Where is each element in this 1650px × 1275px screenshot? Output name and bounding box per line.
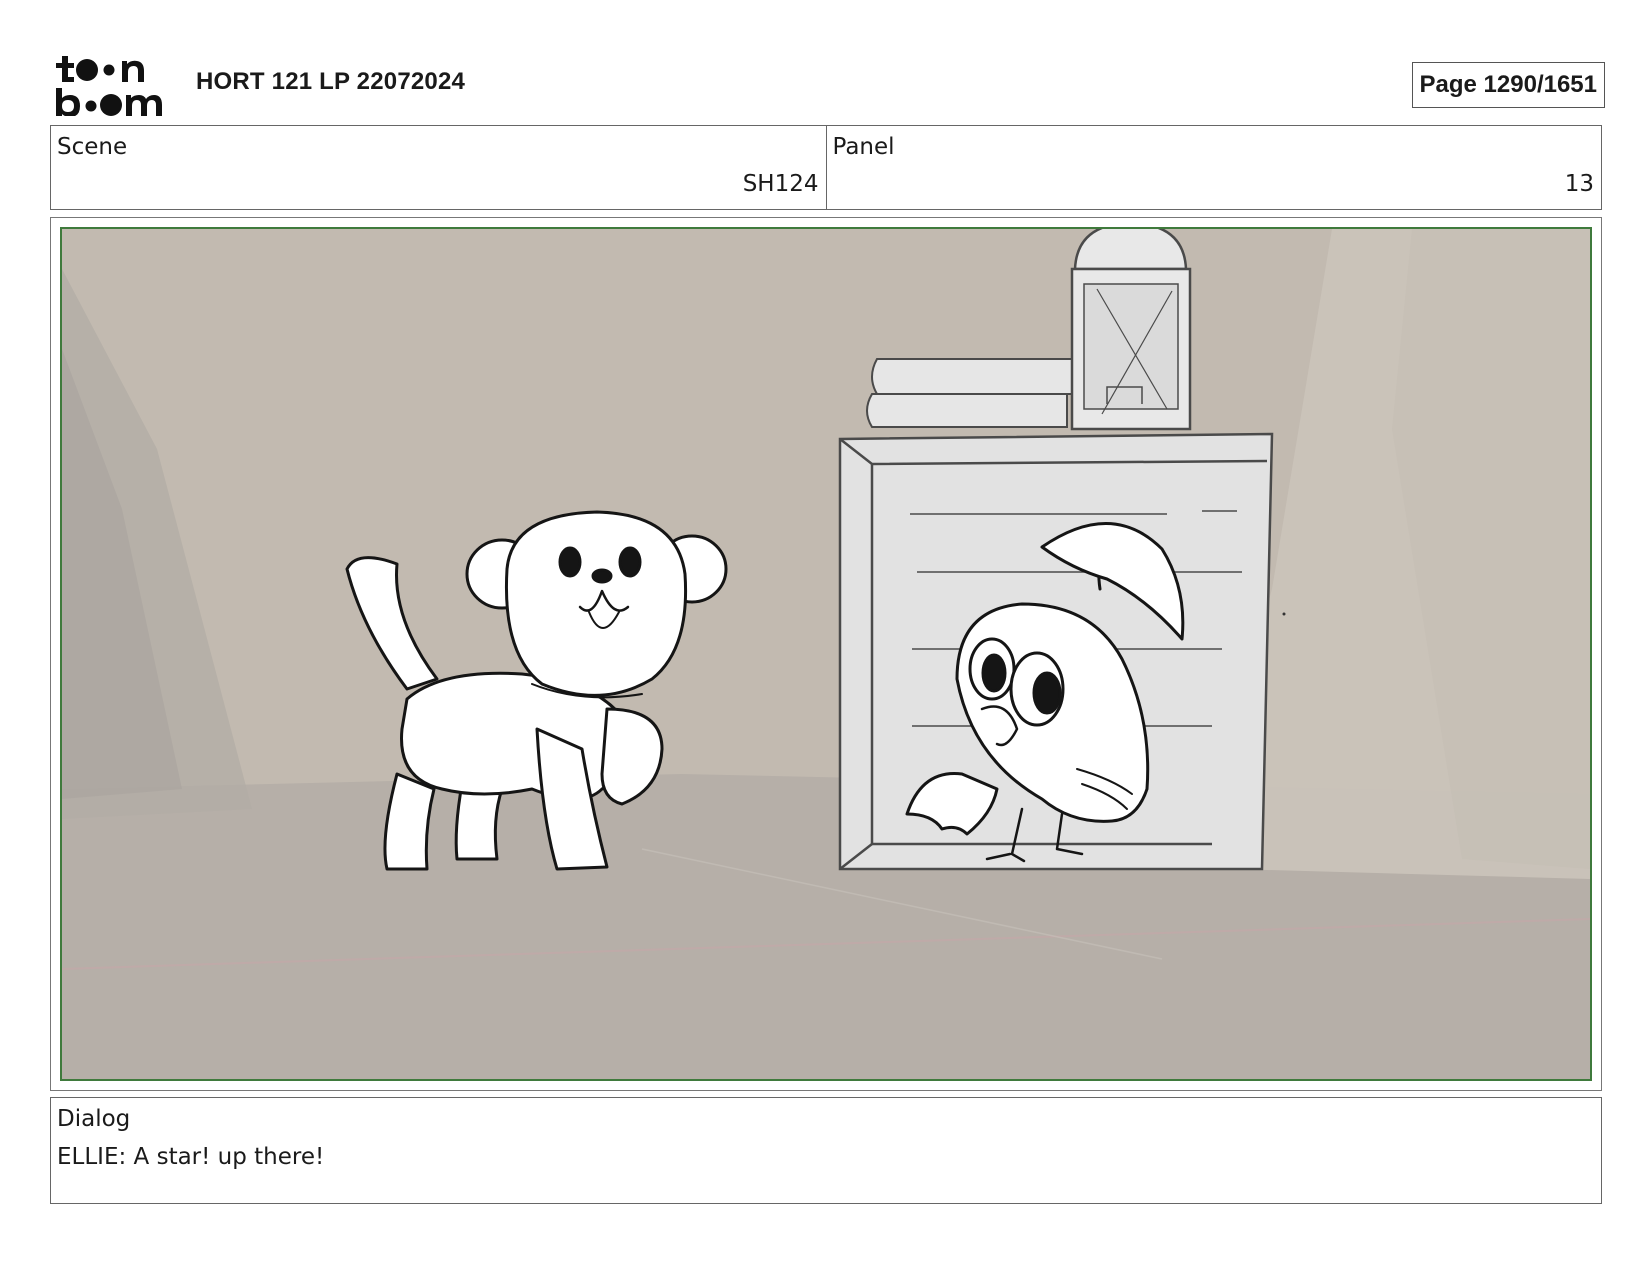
toonboom-logo — [54, 54, 172, 117]
scene-panel-row: Scene SH124 Panel 13 — [50, 125, 1602, 210]
page-indicator-text: Page 1290/1651 — [1419, 71, 1597, 98]
storyboard-drawing — [62, 229, 1590, 1079]
storyboard-panel-frame — [50, 217, 1602, 1091]
storyboard-panel-image — [60, 227, 1592, 1081]
project-title: HORT 121 LP 22072024 — [196, 68, 466, 95]
scene-cell: Scene SH124 — [51, 126, 826, 209]
scene-label: Scene — [57, 134, 128, 160]
panel-cell: Panel 13 — [825, 126, 1602, 209]
dialog-text: ELLIE: A star! up there! — [57, 1144, 325, 1170]
scene-value: SH124 — [742, 171, 819, 197]
lantern — [1070, 229, 1192, 431]
dialog-label: Dialog — [57, 1106, 131, 1132]
dialog-box: Dialog ELLIE: A star! up there! — [50, 1097, 1602, 1204]
books-stack — [866, 358, 1073, 428]
panel-value: 13 — [1564, 171, 1594, 197]
toonboom-logo-mark — [56, 56, 162, 117]
panel-label: Panel — [832, 134, 895, 160]
page-indicator: Page 1290/1651 — [1411, 62, 1605, 108]
